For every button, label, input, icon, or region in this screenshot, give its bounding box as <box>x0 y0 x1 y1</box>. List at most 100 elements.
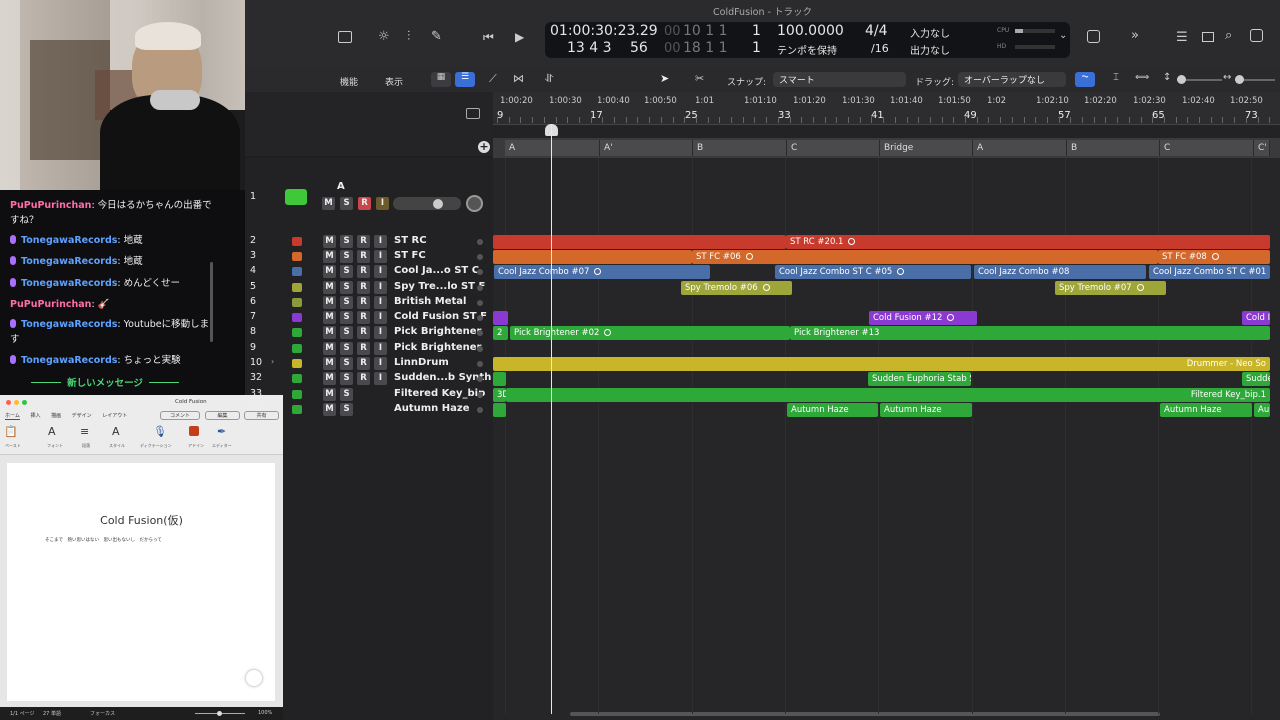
input-monitor-button[interactable]: I <box>376 197 389 210</box>
mute-button[interactable]: M <box>323 326 336 339</box>
mute-button[interactable]: M <box>323 250 336 263</box>
font-icon[interactable]: A <box>48 425 56 438</box>
record-button[interactable]: R <box>358 197 371 210</box>
region[interactable]: Cool Jazz Combo ST C #05 <box>775 265 971 279</box>
marker[interactable]: A' <box>600 140 693 156</box>
catch-icon[interactable]: ⥯ <box>545 72 553 86</box>
chat-username[interactable]: PuPuPurinchan <box>10 299 91 310</box>
view-menu[interactable]: 表示 <box>385 75 403 88</box>
tab-layout[interactable]: レイアウト <box>102 413 127 419</box>
region[interactable]: Cool Jazz Combo ST C #01 <box>1149 265 1270 279</box>
track-header[interactable]: 6 M S R I British Metal <box>245 295 493 310</box>
copilot-icon[interactable] <box>246 670 262 686</box>
new-messages-divider[interactable]: 新しいメッセージ <box>5 375 205 389</box>
notes-icon[interactable]: ☰ <box>1176 30 1188 45</box>
region[interactable]: 3D <box>493 388 506 402</box>
lcd-tempo[interactable]: 100.0000 <box>777 23 844 39</box>
drag-dropdown[interactable]: オーバーラップなし <box>958 72 1066 87</box>
input-monitor-button[interactable]: I <box>374 372 387 385</box>
pan-knob[interactable] <box>466 195 483 212</box>
solo-button[interactable]: S <box>340 281 353 294</box>
record-button[interactable]: R <box>357 342 370 355</box>
marker[interactable]: C <box>1160 140 1254 156</box>
edit-button[interactable]: 編集 <box>205 411 240 420</box>
solo-button[interactable]: S <box>340 388 353 401</box>
region[interactable]: Cold I <box>1242 311 1270 325</box>
double-chevron-icon[interactable]: » <box>1131 28 1139 43</box>
record-button[interactable]: R <box>357 296 370 309</box>
region[interactable]: Autumn Haze <box>880 403 972 417</box>
solo-button[interactable]: S <box>340 197 353 210</box>
record-button[interactable]: R <box>357 281 370 294</box>
vertical-zoom-slider[interactable] <box>1177 75 1222 84</box>
zoom-slider[interactable] <box>195 711 245 716</box>
playhead[interactable] <box>551 124 552 714</box>
paragraph-icon[interactable]: ≡ <box>80 425 89 438</box>
region[interactable] <box>493 372 506 386</box>
tab-design[interactable]: デザイン <box>72 413 92 419</box>
input-monitor-button[interactable]: I <box>374 357 387 370</box>
input-monitor-button[interactable]: I <box>374 250 387 263</box>
input-monitor-button[interactable]: I <box>374 311 387 324</box>
mute-button[interactable]: M <box>322 197 335 210</box>
region[interactable]: Autumn Haze <box>787 403 878 417</box>
dictation-icon[interactable]: 🎙 <box>153 425 167 438</box>
horizontal-zoom-slider[interactable] <box>1235 75 1275 84</box>
mixer-icon[interactable]: ⫶ <box>407 29 410 44</box>
marker[interactable]: C' <box>1254 140 1270 156</box>
solo-button[interactable]: S <box>340 265 353 278</box>
region[interactable]: Cool Jazz Combo #07 <box>494 265 710 279</box>
track-header[interactable]: 8 M S R I Pick Brightener <box>245 325 493 340</box>
chat-username[interactable]: TonegawaRecords <box>21 235 117 246</box>
play-icon[interactable]: ▶ <box>515 30 524 44</box>
smart-controls-icon[interactable]: ☼ <box>378 29 390 44</box>
chat-username[interactable]: TonegawaRecords <box>21 256 117 267</box>
list-view-icon[interactable]: ☰ <box>455 72 475 87</box>
track-header[interactable]: 33 M S Filtered Key_bip <box>245 387 493 402</box>
lcd-tempo-mode[interactable]: テンポを保持 <box>777 42 837 57</box>
track-header[interactable]: 9 M S R I Pick Brightener <box>245 341 493 356</box>
horizontal-zoom-icon[interactable]: ⟺ <box>1135 72 1149 83</box>
horizontal-scrollbar[interactable] <box>570 712 1160 716</box>
close-window-icon[interactable] <box>6 400 11 405</box>
track-header-1[interactable]: 1 AMSRI <box>245 181 493 232</box>
chat-username[interactable]: TonegawaRecords <box>21 319 117 330</box>
library-right-icon[interactable] <box>1250 29 1263 42</box>
mute-button[interactable]: M <box>323 372 336 385</box>
region[interactable]: Autumn Haze <box>1160 403 1252 417</box>
disclosure-icon[interactable]: › <box>271 357 274 366</box>
list-editors-icon[interactable] <box>1087 30 1100 43</box>
browser-icon[interactable]: ⌕ <box>1225 28 1232 43</box>
track-header[interactable]: 7 M S R I Cold Fusion ST F <box>245 310 493 325</box>
chat-username[interactable]: PuPuPurinchan <box>10 200 91 211</box>
record-button[interactable]: R <box>357 235 370 248</box>
tab-draw[interactable]: 描画 <box>51 413 61 419</box>
input-monitor-button[interactable]: I <box>374 235 387 248</box>
region[interactable]: Pick Brightener #02 <box>510 326 790 340</box>
chat-username[interactable]: TonegawaRecords <box>21 278 117 289</box>
paste-icon[interactable]: 📋 <box>4 425 18 438</box>
solo-button[interactable]: S <box>340 326 353 339</box>
mute-button[interactable]: M <box>323 296 336 309</box>
input-monitor-button[interactable]: I <box>374 296 387 309</box>
track-header[interactable]: 5 M S R I Spy Tre...lo ST F <box>245 280 493 295</box>
input-monitor-button[interactable]: I <box>374 265 387 278</box>
region[interactable]: Spy Tremolo #07 <box>1055 281 1166 295</box>
marker[interactable]: A <box>973 140 1067 156</box>
lcd-input[interactable]: 入力なし <box>910 25 950 40</box>
loops-icon[interactable] <box>1202 32 1214 42</box>
mute-button[interactable]: M <box>323 235 336 248</box>
chat-username[interactable]: TonegawaRecords <box>21 355 117 366</box>
addins-icon[interactable] <box>189 426 199 436</box>
global-tracks-icon[interactable] <box>466 108 480 119</box>
chevron-down-icon[interactable]: ⌄ <box>1059 30 1067 41</box>
solo-button[interactable]: S <box>340 296 353 309</box>
volume-slider[interactable] <box>393 197 461 210</box>
region[interactable] <box>493 250 692 264</box>
styles-icon[interactable]: A <box>112 425 120 438</box>
track-header[interactable]: 34 M S Autumn Haze <box>245 402 493 417</box>
solo-button[interactable]: S <box>340 372 353 385</box>
track-header[interactable]: 4 M S R I Cool Ja...o ST C <box>245 264 493 279</box>
mute-button[interactable]: M <box>323 342 336 355</box>
lcd-time-signature[interactable]: 4/4 <box>865 23 888 39</box>
